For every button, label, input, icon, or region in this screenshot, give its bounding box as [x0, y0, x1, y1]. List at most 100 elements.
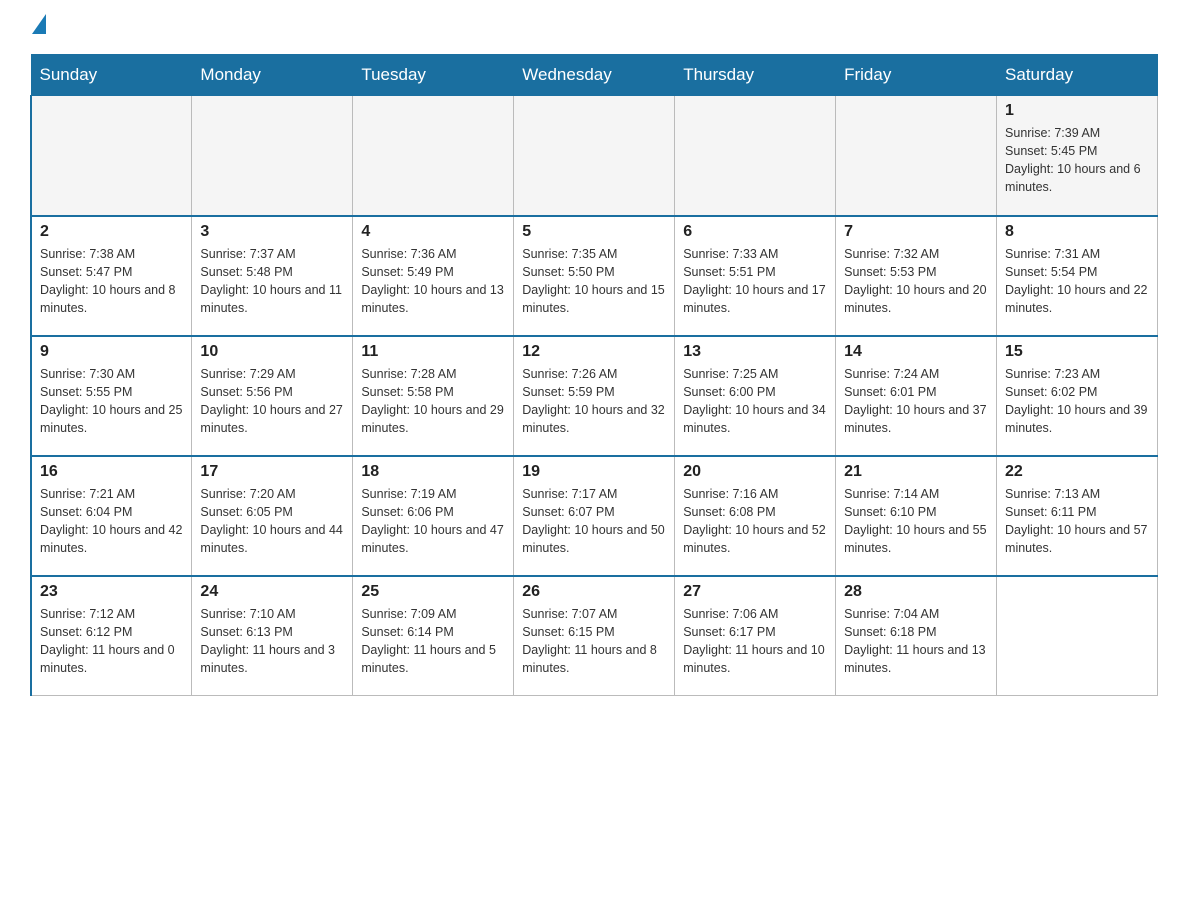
day-info: Sunrise: 7:16 AMSunset: 6:08 PMDaylight:… — [683, 485, 827, 558]
day-number: 28 — [844, 583, 988, 601]
day-info: Sunrise: 7:23 AMSunset: 6:02 PMDaylight:… — [1005, 365, 1149, 438]
calendar-day-cell: 11 Sunrise: 7:28 AMSunset: 5:58 PMDayligh… — [353, 336, 514, 456]
calendar-day-cell: 13Sunrise: 7:25 AMSunset: 6:00 PMDayligh… — [675, 336, 836, 456]
calendar-week-row: 9 Sunrise: 7:30 AMSunset: 5:55 PMDaylight… — [31, 336, 1158, 456]
day-number: 12 — [522, 343, 666, 361]
day-info: Sunrise: 7:20 AMSunset: 6:05 PMDaylight:… — [200, 485, 344, 558]
logo-text — [30, 20, 46, 34]
calendar-day-cell: 7 Sunrise: 7:32 AMSunset: 5:53 PMDaylight… — [836, 216, 997, 336]
calendar-day-cell — [192, 96, 353, 216]
calendar-day-cell: 10 Sunrise: 7:29 AMSunset: 5:56 PMDayligh… — [192, 336, 353, 456]
day-info: Sunrise: 7:19 AMSunset: 6:06 PMDaylight:… — [361, 485, 505, 558]
day-number: 22 — [1005, 463, 1149, 481]
day-info: Sunrise: 7:07 AMSunset: 6:15 PMDaylight:… — [522, 605, 666, 678]
day-of-week-header: Saturday — [997, 55, 1158, 96]
calendar-day-cell: 9 Sunrise: 7:30 AMSunset: 5:55 PMDaylight… — [31, 336, 192, 456]
day-info: Sunrise: 7:28 AMSunset: 5:58 PMDaylight:… — [361, 365, 505, 438]
day-info: Sunrise: 7:36 AMSunset: 5:49 PMDaylight:… — [361, 245, 505, 318]
calendar-day-cell — [836, 96, 997, 216]
calendar-week-row: 23 Sunrise: 7:12 AMSunset: 6:12 PMDayligh… — [31, 576, 1158, 696]
day-number: 15 — [1005, 343, 1149, 361]
day-of-week-header: Sunday — [31, 55, 192, 96]
calendar-day-cell: 28 Sunrise: 7:04 AMSunset: 6:18 PMDayligh… — [836, 576, 997, 696]
day-number: 5 — [522, 223, 666, 241]
day-info: Sunrise: 7:35 AMSunset: 5:50 PMDaylight:… — [522, 245, 666, 318]
day-number: 6 — [683, 223, 827, 241]
calendar-day-cell: 12 Sunrise: 7:26 AMSunset: 5:59 PMDayligh… — [514, 336, 675, 456]
day-number: 7 — [844, 223, 988, 241]
day-number: 26 — [522, 583, 666, 601]
day-info: Sunrise: 7:38 AMSunset: 5:47 PMDaylight:… — [40, 245, 183, 318]
calendar-day-cell: 3 Sunrise: 7:37 AMSunset: 5:48 PMDaylight… — [192, 216, 353, 336]
day-number: 23 — [40, 583, 183, 601]
calendar-header-row: SundayMondayTuesdayWednesdayThursdayFrid… — [31, 55, 1158, 96]
day-info: Sunrise: 7:12 AMSunset: 6:12 PMDaylight:… — [40, 605, 183, 678]
day-number: 19 — [522, 463, 666, 481]
day-info: Sunrise: 7:26 AMSunset: 5:59 PMDaylight:… — [522, 365, 666, 438]
calendar-day-cell: 27 Sunrise: 7:06 AMSunset: 6:17 PMDayligh… — [675, 576, 836, 696]
day-info: Sunrise: 7:17 AMSunset: 6:07 PMDaylight:… — [522, 485, 666, 558]
logo — [30, 20, 46, 34]
day-of-week-header: Friday — [836, 55, 997, 96]
calendar-day-cell: 4 Sunrise: 7:36 AMSunset: 5:49 PMDaylight… — [353, 216, 514, 336]
day-of-week-header: Thursday — [675, 55, 836, 96]
calendar-week-row: 16 Sunrise: 7:21 AMSunset: 6:04 PMDayligh… — [31, 456, 1158, 576]
day-info: Sunrise: 7:14 AMSunset: 6:10 PMDaylight:… — [844, 485, 988, 558]
calendar-day-cell: 15 Sunrise: 7:23 AMSunset: 6:02 PMDayligh… — [997, 336, 1158, 456]
day-number: 27 — [683, 583, 827, 601]
day-info: Sunrise: 7:04 AMSunset: 6:18 PMDaylight:… — [844, 605, 988, 678]
day-info: Sunrise: 7:21 AMSunset: 6:04 PMDaylight:… — [40, 485, 183, 558]
calendar-day-cell: 22 Sunrise: 7:13 AMSunset: 6:11 PMDayligh… — [997, 456, 1158, 576]
calendar-day-cell: 6 Sunrise: 7:33 AMSunset: 5:51 PMDaylight… — [675, 216, 836, 336]
day-number: 17 — [200, 463, 344, 481]
day-info: Sunrise: 7:39 AMSunset: 5:45 PMDaylight:… — [1005, 124, 1149, 197]
day-number: 18 — [361, 463, 505, 481]
calendar-day-cell: 24 Sunrise: 7:10 AMSunset: 6:13 PMDayligh… — [192, 576, 353, 696]
calendar-week-row: 1 Sunrise: 7:39 AMSunset: 5:45 PMDaylight… — [31, 96, 1158, 216]
day-number: 4 — [361, 223, 505, 241]
day-number: 2 — [40, 223, 183, 241]
day-number: 21 — [844, 463, 988, 481]
day-info: Sunrise: 7:32 AMSunset: 5:53 PMDaylight:… — [844, 245, 988, 318]
calendar-day-cell: 21 Sunrise: 7:14 AMSunset: 6:10 PMDayligh… — [836, 456, 997, 576]
calendar-day-cell: 23 Sunrise: 7:12 AMSunset: 6:12 PMDayligh… — [31, 576, 192, 696]
day-number: 24 — [200, 583, 344, 601]
day-info: Sunrise: 7:13 AMSunset: 6:11 PMDaylight:… — [1005, 485, 1149, 558]
day-number: 10 — [200, 343, 344, 361]
day-number: 9 — [40, 343, 183, 361]
calendar-day-cell: 14 Sunrise: 7:24 AMSunset: 6:01 PMDayligh… — [836, 336, 997, 456]
calendar-day-cell: 20Sunrise: 7:16 AMSunset: 6:08 PMDayligh… — [675, 456, 836, 576]
calendar-table: SundayMondayTuesdayWednesdayThursdayFrid… — [30, 54, 1158, 696]
calendar-day-cell — [997, 576, 1158, 696]
day-number: 25 — [361, 583, 505, 601]
logo-triangle-icon — [32, 14, 46, 34]
day-of-week-header: Monday — [192, 55, 353, 96]
day-of-week-header: Wednesday — [514, 55, 675, 96]
calendar-day-cell — [675, 96, 836, 216]
day-number: 1 — [1005, 102, 1149, 120]
calendar-day-cell: 16 Sunrise: 7:21 AMSunset: 6:04 PMDayligh… — [31, 456, 192, 576]
calendar-day-cell: 18 Sunrise: 7:19 AMSunset: 6:06 PMDayligh… — [353, 456, 514, 576]
calendar-day-cell: 19 Sunrise: 7:17 AMSunset: 6:07 PMDayligh… — [514, 456, 675, 576]
day-info: Sunrise: 7:09 AMSunset: 6:14 PMDaylight:… — [361, 605, 505, 678]
day-info: Sunrise: 7:30 AMSunset: 5:55 PMDaylight:… — [40, 365, 183, 438]
calendar-day-cell: 1 Sunrise: 7:39 AMSunset: 5:45 PMDaylight… — [997, 96, 1158, 216]
calendar-day-cell: 8 Sunrise: 7:31 AMSunset: 5:54 PMDaylight… — [997, 216, 1158, 336]
day-number: 14 — [844, 343, 988, 361]
day-info: Sunrise: 7:24 AMSunset: 6:01 PMDaylight:… — [844, 365, 988, 438]
day-info: Sunrise: 7:06 AMSunset: 6:17 PMDaylight:… — [683, 605, 827, 678]
day-number: 8 — [1005, 223, 1149, 241]
day-info: Sunrise: 7:25 AMSunset: 6:00 PMDaylight:… — [683, 365, 827, 438]
calendar-day-cell: 25 Sunrise: 7:09 AMSunset: 6:14 PMDayligh… — [353, 576, 514, 696]
calendar-day-cell — [353, 96, 514, 216]
page-header — [30, 20, 1158, 34]
day-info: Sunrise: 7:10 AMSunset: 6:13 PMDaylight:… — [200, 605, 344, 678]
day-info: Sunrise: 7:33 AMSunset: 5:51 PMDaylight:… — [683, 245, 827, 318]
day-info: Sunrise: 7:29 AMSunset: 5:56 PMDaylight:… — [200, 365, 344, 438]
day-info: Sunrise: 7:31 AMSunset: 5:54 PMDaylight:… — [1005, 245, 1149, 318]
day-number: 11 — [361, 343, 505, 361]
day-number: 16 — [40, 463, 183, 481]
day-info: Sunrise: 7:37 AMSunset: 5:48 PMDaylight:… — [200, 245, 344, 318]
calendar-day-cell — [31, 96, 192, 216]
day-number: 3 — [200, 223, 344, 241]
